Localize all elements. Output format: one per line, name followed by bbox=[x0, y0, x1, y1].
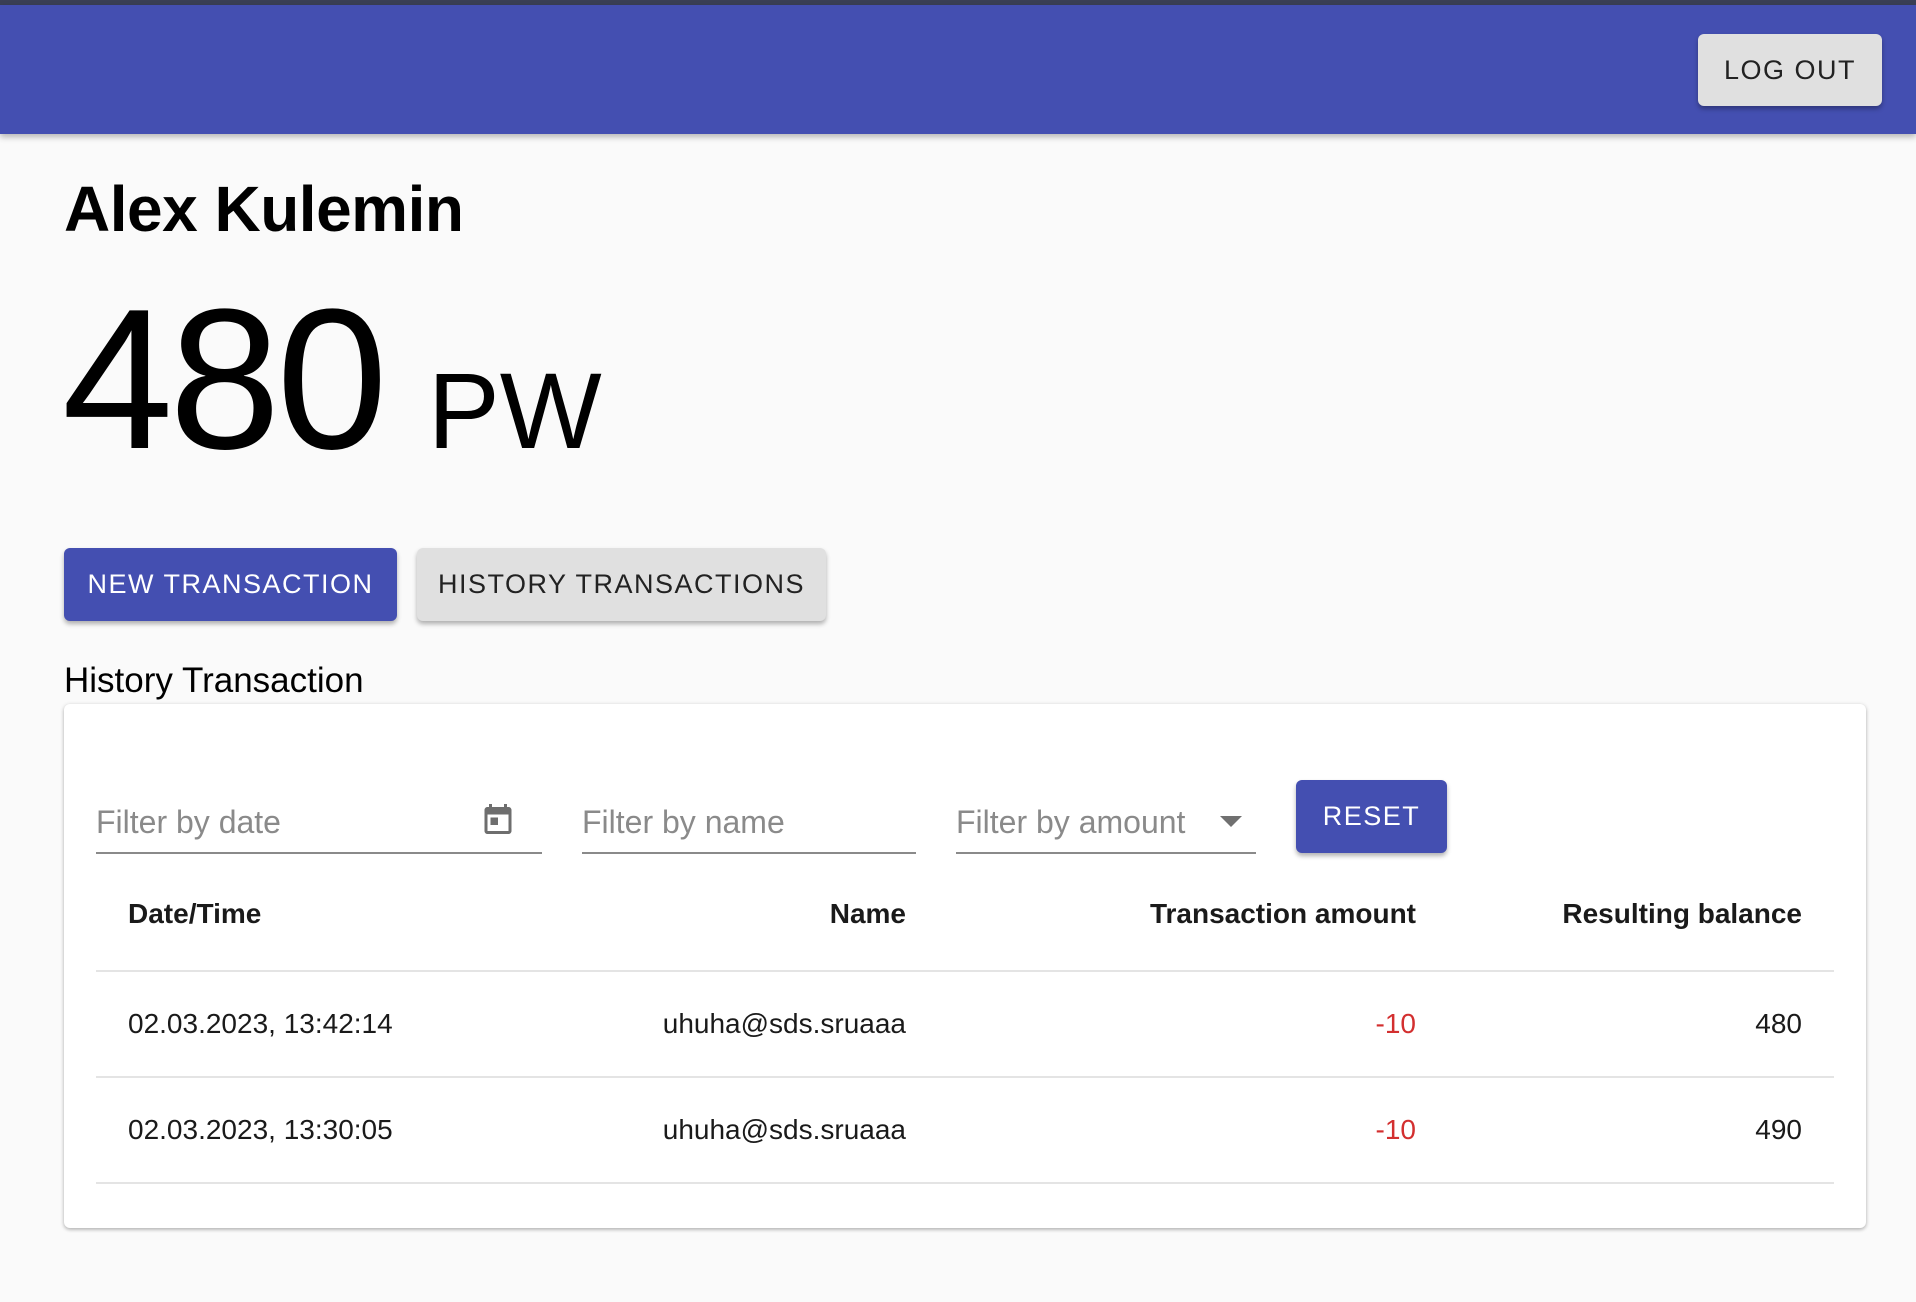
history-card: RESET Date/Time Name Transaction amount … bbox=[64, 704, 1866, 1228]
cell-name: uhuha@sds.sruaaa bbox=[662, 1114, 906, 1145]
column-header-name[interactable]: Name bbox=[830, 854, 906, 970]
balance-currency: PW bbox=[427, 350, 602, 471]
column-header-balance[interactable]: Resulting balance bbox=[1562, 854, 1802, 970]
table-row[interactable]: 02.03.2023, 13:30:05 uhuha@sds.sruaaa -1… bbox=[96, 1078, 1834, 1184]
logout-button[interactable]: LOG OUT bbox=[1698, 34, 1882, 106]
name-filter-input[interactable] bbox=[582, 803, 916, 841]
history-transactions-button[interactable]: HISTORY TRANSACTIONS bbox=[417, 548, 826, 621]
column-header-datetime[interactable]: Date/Time bbox=[128, 854, 261, 970]
table-header-row: Date/Time Name Transaction amount Result… bbox=[96, 854, 1834, 972]
column-header-amount[interactable]: Transaction amount bbox=[1150, 854, 1416, 970]
cell-datetime: 02.03.2023, 13:42:14 bbox=[128, 1008, 393, 1039]
amount-filter-select[interactable] bbox=[956, 792, 1256, 854]
date-filter-field[interactable] bbox=[96, 792, 542, 854]
transactions-table: Date/Time Name Transaction amount Result… bbox=[96, 854, 1834, 1184]
calendar-icon[interactable] bbox=[480, 798, 516, 840]
dropdown-caret-icon[interactable] bbox=[1220, 816, 1242, 827]
cell-amount: -10 bbox=[1375, 1114, 1416, 1145]
balance-value: 480 bbox=[62, 268, 388, 491]
user-name: Alex Kulemin bbox=[64, 173, 464, 245]
balance-display: 480 PW bbox=[62, 280, 602, 480]
date-filter-input[interactable] bbox=[96, 803, 542, 841]
history-section-title: History Transaction bbox=[64, 661, 364, 700]
cell-name: uhuha@sds.sruaaa bbox=[662, 1008, 906, 1039]
app-bar: LOG OUT bbox=[0, 5, 1916, 134]
cell-amount: -10 bbox=[1375, 1008, 1416, 1039]
table-row[interactable]: 02.03.2023, 13:42:14 uhuha@sds.sruaaa -1… bbox=[96, 972, 1834, 1078]
name-filter-field[interactable] bbox=[582, 792, 916, 854]
amount-filter-input[interactable] bbox=[956, 803, 1256, 841]
cell-balance: 490 bbox=[1755, 1114, 1802, 1145]
cell-datetime: 02.03.2023, 13:30:05 bbox=[128, 1114, 393, 1145]
new-transaction-button[interactable]: NEW TRANSACTION bbox=[64, 548, 397, 621]
reset-button[interactable]: RESET bbox=[1296, 780, 1447, 853]
cell-balance: 480 bbox=[1755, 1008, 1802, 1039]
